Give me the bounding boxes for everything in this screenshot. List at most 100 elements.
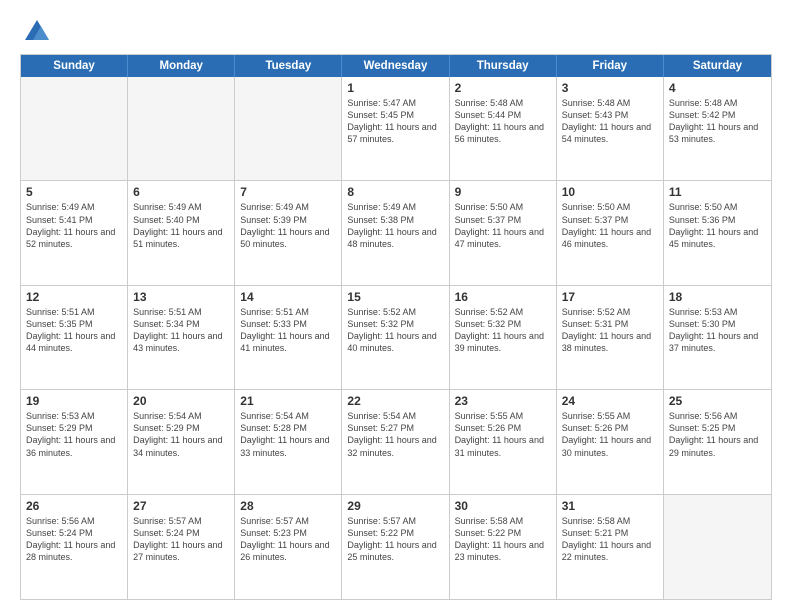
calendar-cell: 14 Sunrise: 5:51 AM Sunset: 5:33 PM Dayli… xyxy=(235,286,342,389)
calendar-cell: 16Sunrise: 5:52 AM Sunset: 5:32 PM Dayli… xyxy=(450,286,557,389)
day-number: 22 xyxy=(347,394,443,408)
calendar-row-2: 12 Sunrise: 5:51 AM Sunset: 5:35 PM Dayli… xyxy=(21,286,771,390)
day-info: Sunrise: 5:57 AM Sunset: 5:22 PM Dayligh… xyxy=(347,515,443,564)
calendar: SundayMondayTuesdayWednesdayThursdayFrid… xyxy=(20,54,772,600)
logo-area xyxy=(20,18,51,46)
day-info: Sunrise: 5:55 AM Sunset: 5:26 PM Dayligh… xyxy=(562,410,658,459)
calendar-cell: 2Sunrise: 5:48 AM Sunset: 5:44 PM Daylig… xyxy=(450,77,557,180)
day-number: 2 xyxy=(455,81,551,95)
day-number: 6 xyxy=(133,185,229,199)
calendar-cell xyxy=(235,77,342,180)
day-info: Sunrise: 5:49 AM Sunset: 5:41 PM Dayligh… xyxy=(26,201,122,250)
day-number: 25 xyxy=(669,394,766,408)
calendar-cell: 29 Sunrise: 5:57 AM Sunset: 5:22 PM Dayli… xyxy=(342,495,449,599)
header-day-monday: Monday xyxy=(128,55,235,77)
day-number: 14 xyxy=(240,290,336,304)
day-number: 11 xyxy=(669,185,766,199)
day-info: Sunrise: 5:53 AM Sunset: 5:30 PM Dayligh… xyxy=(669,306,766,355)
header-day-thursday: Thursday xyxy=(450,55,557,77)
calendar-cell: 7Sunrise: 5:49 AM Sunset: 5:39 PM Daylig… xyxy=(235,181,342,284)
day-info: Sunrise: 5:52 AM Sunset: 5:32 PM Dayligh… xyxy=(455,306,551,355)
calendar-cell xyxy=(128,77,235,180)
day-info: Sunrise: 5:55 AM Sunset: 5:26 PM Dayligh… xyxy=(455,410,551,459)
calendar-cell: 28 Sunrise: 5:57 AM Sunset: 5:23 PM Dayli… xyxy=(235,495,342,599)
calendar-header: SundayMondayTuesdayWednesdayThursdayFrid… xyxy=(21,55,771,77)
calendar-cell: 18Sunrise: 5:53 AM Sunset: 5:30 PM Dayli… xyxy=(664,286,771,389)
day-number: 29 xyxy=(347,499,443,513)
day-number: 26 xyxy=(26,499,122,513)
day-info: Sunrise: 5:50 AM Sunset: 5:37 PM Dayligh… xyxy=(562,201,658,250)
header-day-wednesday: Wednesday xyxy=(342,55,449,77)
day-number: 17 xyxy=(562,290,658,304)
day-number: 13 xyxy=(133,290,229,304)
day-info: Sunrise: 5:54 AM Sunset: 5:29 PM Dayligh… xyxy=(133,410,229,459)
day-number: 23 xyxy=(455,394,551,408)
header-day-sunday: Sunday xyxy=(21,55,128,77)
calendar-cell: 17 Sunrise: 5:52 AM Sunset: 5:31 PM Dayli… xyxy=(557,286,664,389)
day-info: Sunrise: 5:54 AM Sunset: 5:28 PM Dayligh… xyxy=(240,410,336,459)
logo-icon xyxy=(23,18,51,46)
day-info: Sunrise: 5:51 AM Sunset: 5:33 PM Dayligh… xyxy=(240,306,336,355)
calendar-body: 1 Sunrise: 5:47 AM Sunset: 5:45 PM Daylig… xyxy=(21,77,771,599)
day-info: Sunrise: 5:49 AM Sunset: 5:40 PM Dayligh… xyxy=(133,201,229,250)
header-day-saturday: Saturday xyxy=(664,55,771,77)
calendar-cell: 21 Sunrise: 5:54 AM Sunset: 5:28 PM Dayli… xyxy=(235,390,342,493)
calendar-cell: 13 Sunrise: 5:51 AM Sunset: 5:34 PM Dayli… xyxy=(128,286,235,389)
calendar-cell: 30 Sunrise: 5:58 AM Sunset: 5:22 PM Dayli… xyxy=(450,495,557,599)
calendar-cell: 10 Sunrise: 5:50 AM Sunset: 5:37 PM Dayli… xyxy=(557,181,664,284)
day-number: 31 xyxy=(562,499,658,513)
calendar-cell xyxy=(664,495,771,599)
day-info: Sunrise: 5:58 AM Sunset: 5:21 PM Dayligh… xyxy=(562,515,658,564)
calendar-row-1: 5 Sunrise: 5:49 AM Sunset: 5:41 PM Daylig… xyxy=(21,181,771,285)
day-number: 12 xyxy=(26,290,122,304)
day-number: 4 xyxy=(669,81,766,95)
calendar-cell: 9Sunrise: 5:50 AM Sunset: 5:37 PM Daylig… xyxy=(450,181,557,284)
day-number: 8 xyxy=(347,185,443,199)
day-info: Sunrise: 5:48 AM Sunset: 5:43 PM Dayligh… xyxy=(562,97,658,146)
day-info: Sunrise: 5:56 AM Sunset: 5:25 PM Dayligh… xyxy=(669,410,766,459)
calendar-cell: 24 Sunrise: 5:55 AM Sunset: 5:26 PM Dayli… xyxy=(557,390,664,493)
day-number: 5 xyxy=(26,185,122,199)
day-info: Sunrise: 5:49 AM Sunset: 5:39 PM Dayligh… xyxy=(240,201,336,250)
day-number: 10 xyxy=(562,185,658,199)
calendar-cell: 22 Sunrise: 5:54 AM Sunset: 5:27 PM Dayli… xyxy=(342,390,449,493)
day-info: Sunrise: 5:57 AM Sunset: 5:23 PM Dayligh… xyxy=(240,515,336,564)
calendar-row-0: 1 Sunrise: 5:47 AM Sunset: 5:45 PM Daylig… xyxy=(21,77,771,181)
day-info: Sunrise: 5:51 AM Sunset: 5:35 PM Dayligh… xyxy=(26,306,122,355)
day-number: 27 xyxy=(133,499,229,513)
calendar-cell: 1 Sunrise: 5:47 AM Sunset: 5:45 PM Daylig… xyxy=(342,77,449,180)
day-info: Sunrise: 5:54 AM Sunset: 5:27 PM Dayligh… xyxy=(347,410,443,459)
day-info: Sunrise: 5:56 AM Sunset: 5:24 PM Dayligh… xyxy=(26,515,122,564)
calendar-cell xyxy=(21,77,128,180)
calendar-row-3: 19 Sunrise: 5:53 AM Sunset: 5:29 PM Dayli… xyxy=(21,390,771,494)
day-number: 28 xyxy=(240,499,336,513)
calendar-cell: 3 Sunrise: 5:48 AM Sunset: 5:43 PM Daylig… xyxy=(557,77,664,180)
calendar-cell: 27 Sunrise: 5:57 AM Sunset: 5:24 PM Dayli… xyxy=(128,495,235,599)
day-info: Sunrise: 5:52 AM Sunset: 5:31 PM Dayligh… xyxy=(562,306,658,355)
calendar-cell: 6 Sunrise: 5:49 AM Sunset: 5:40 PM Daylig… xyxy=(128,181,235,284)
calendar-cell: 11 Sunrise: 5:50 AM Sunset: 5:36 PM Dayli… xyxy=(664,181,771,284)
calendar-cell: 31 Sunrise: 5:58 AM Sunset: 5:21 PM Dayli… xyxy=(557,495,664,599)
calendar-row-4: 26 Sunrise: 5:56 AM Sunset: 5:24 PM Dayli… xyxy=(21,495,771,599)
header xyxy=(20,18,772,46)
day-info: Sunrise: 5:50 AM Sunset: 5:36 PM Dayligh… xyxy=(669,201,766,250)
day-info: Sunrise: 5:48 AM Sunset: 5:42 PM Dayligh… xyxy=(669,97,766,146)
calendar-cell: 26 Sunrise: 5:56 AM Sunset: 5:24 PM Dayli… xyxy=(21,495,128,599)
day-number: 19 xyxy=(26,394,122,408)
day-number: 20 xyxy=(133,394,229,408)
day-number: 30 xyxy=(455,499,551,513)
day-number: 21 xyxy=(240,394,336,408)
calendar-cell: 12 Sunrise: 5:51 AM Sunset: 5:35 PM Dayli… xyxy=(21,286,128,389)
day-number: 24 xyxy=(562,394,658,408)
day-info: Sunrise: 5:53 AM Sunset: 5:29 PM Dayligh… xyxy=(26,410,122,459)
header-day-tuesday: Tuesday xyxy=(235,55,342,77)
day-number: 3 xyxy=(562,81,658,95)
day-info: Sunrise: 5:50 AM Sunset: 5:37 PM Dayligh… xyxy=(455,201,551,250)
calendar-cell: 25 Sunrise: 5:56 AM Sunset: 5:25 PM Dayli… xyxy=(664,390,771,493)
day-info: Sunrise: 5:47 AM Sunset: 5:45 PM Dayligh… xyxy=(347,97,443,146)
calendar-cell: 4 Sunrise: 5:48 AM Sunset: 5:42 PM Daylig… xyxy=(664,77,771,180)
day-info: Sunrise: 5:58 AM Sunset: 5:22 PM Dayligh… xyxy=(455,515,551,564)
day-info: Sunrise: 5:57 AM Sunset: 5:24 PM Dayligh… xyxy=(133,515,229,564)
day-number: 1 xyxy=(347,81,443,95)
day-info: Sunrise: 5:51 AM Sunset: 5:34 PM Dayligh… xyxy=(133,306,229,355)
